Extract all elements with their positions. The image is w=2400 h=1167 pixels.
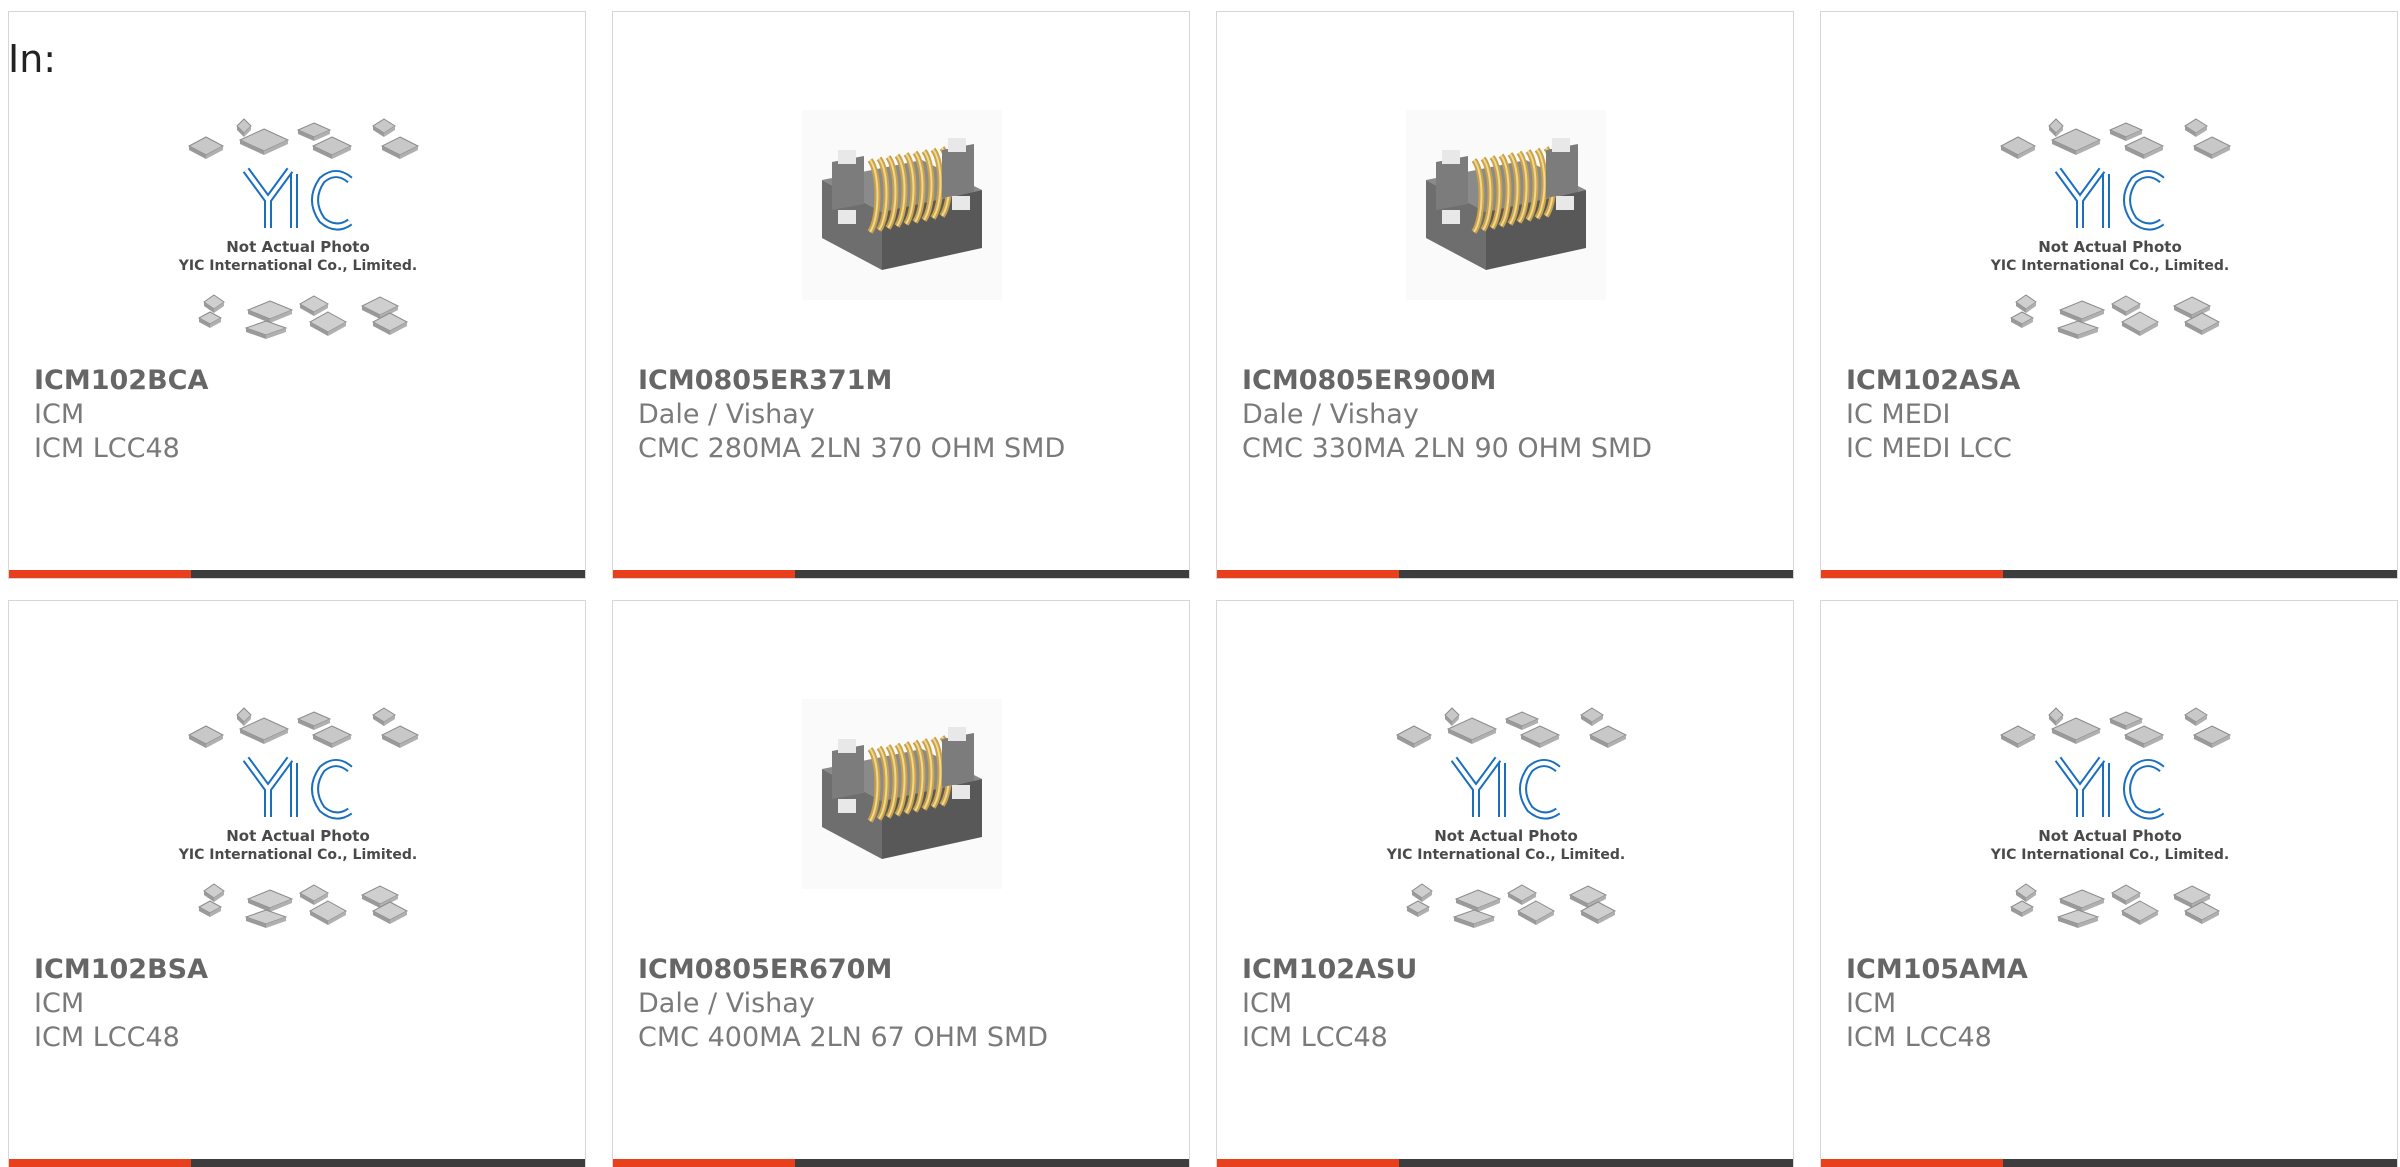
part-number[interactable]: ICM0805ER670M: [638, 953, 892, 987]
yic-placeholder-icon: Not Actual Photo YIC International Co., L…: [178, 118, 420, 339]
accent-bar: [1821, 1159, 2003, 1167]
product-card[interactable]: ICM0805ER371M Dale / Vishay CMC 280MA 2L…: [612, 11, 1190, 579]
card-footer-bar: [9, 570, 585, 578]
not-actual-photo-text: Not Actual Photo: [226, 238, 370, 256]
product-image[interactable]: Not Actual Photo YIC International Co., L…: [1821, 100, 2397, 350]
yic-placeholder-icon: Not Actual Photo YIC International Co., L…: [178, 707, 420, 928]
manufacturer: IC MEDI: [1846, 399, 1951, 430]
part-number[interactable]: ICM102ASU: [1242, 953, 1417, 987]
card-footer-bar: [1821, 1159, 2397, 1167]
company-name-text: YIC International Co., Limited.: [1386, 847, 1625, 863]
card-footer-bar: [613, 570, 1189, 578]
product-image[interactable]: Not Actual Photo YIC International Co., L…: [1821, 689, 2397, 939]
accent-bar: [9, 1159, 191, 1167]
card-footer-bar: [9, 1159, 585, 1167]
card-footer-bar: [1217, 570, 1793, 578]
product-image[interactable]: Not Actual Photo YIC International Co., L…: [9, 100, 585, 350]
product-image[interactable]: [613, 689, 1189, 939]
manufacturer: ICM: [34, 399, 85, 430]
accent-bar: [1821, 570, 2003, 578]
company-name-text: YIC International Co., Limited.: [178, 847, 417, 863]
manufacturer: ICM: [1242, 988, 1293, 1019]
not-actual-photo-text: Not Actual Photo: [2038, 827, 2182, 845]
inductor-icon: [802, 699, 1002, 889]
part-number[interactable]: ICM102BCA: [34, 364, 208, 398]
product-image[interactable]: Not Actual Photo YIC International Co., L…: [9, 689, 585, 939]
manufacturer: ICM: [1846, 988, 1897, 1019]
description: ICM LCC48: [34, 433, 180, 464]
product-image[interactable]: [1217, 100, 1793, 350]
part-number[interactable]: ICM102BSA: [34, 953, 208, 987]
product-grid: Not Actual Photo YIC International Co., L…: [0, 0, 2400, 1167]
accent-bar: [1217, 570, 1399, 578]
manufacturer: Dale / Vishay: [638, 399, 815, 430]
card-footer-bar: [1821, 570, 2397, 578]
description: ICM LCC48: [1242, 1022, 1388, 1053]
inductor-icon: [1406, 110, 1606, 300]
description: CMC 400MA 2LN 67 OHM SMD: [638, 1022, 1049, 1053]
part-number[interactable]: ICM102ASA: [1846, 364, 2020, 398]
manufacturer: ICM: [34, 988, 85, 1019]
product-image[interactable]: Not Actual Photo YIC International Co., L…: [1217, 689, 1793, 939]
part-number[interactable]: ICM105AMA: [1846, 953, 2028, 987]
product-image[interactable]: [613, 100, 1189, 350]
accent-bar: [613, 570, 795, 578]
product-card[interactable]: Not Actual Photo YIC International Co., L…: [1820, 600, 2398, 1167]
yic-placeholder-icon: Not Actual Photo YIC International Co., L…: [1990, 707, 2232, 928]
part-number[interactable]: ICM0805ER371M: [638, 364, 892, 398]
product-card[interactable]: Not Actual Photo YIC International Co., L…: [1820, 11, 2398, 579]
company-name-text: YIC International Co., Limited.: [178, 258, 417, 274]
card-footer-bar: [613, 1159, 1189, 1167]
company-name-text: YIC International Co., Limited.: [1990, 258, 2229, 274]
page-heading: In:: [8, 37, 57, 81]
manufacturer: Dale / Vishay: [638, 988, 815, 1019]
product-card[interactable]: Not Actual Photo YIC International Co., L…: [8, 600, 586, 1167]
accent-bar: [613, 1159, 795, 1167]
product-card[interactable]: Not Actual Photo YIC International Co., L…: [8, 11, 586, 579]
description: CMC 330MA 2LN 90 OHM SMD: [1242, 433, 1653, 464]
product-card[interactable]: ICM0805ER900M Dale / Vishay CMC 330MA 2L…: [1216, 11, 1794, 579]
description: ICM LCC48: [1846, 1022, 1992, 1053]
part-number[interactable]: ICM0805ER900M: [1242, 364, 1496, 398]
description: CMC 280MA 2LN 370 OHM SMD: [638, 433, 1066, 464]
not-actual-photo-text: Not Actual Photo: [1434, 827, 1578, 845]
manufacturer: Dale / Vishay: [1242, 399, 1419, 430]
accent-bar: [9, 570, 191, 578]
inductor-icon: [802, 110, 1002, 300]
description: IC MEDI LCC: [1846, 433, 2012, 464]
yic-placeholder-icon: Not Actual Photo YIC International Co., L…: [1990, 118, 2232, 339]
product-card[interactable]: ICM0805ER670M Dale / Vishay CMC 400MA 2L…: [612, 600, 1190, 1167]
not-actual-photo-text: Not Actual Photo: [226, 827, 370, 845]
card-footer-bar: [1217, 1159, 1793, 1167]
product-card[interactable]: Not Actual Photo YIC International Co., L…: [1216, 600, 1794, 1167]
description: ICM LCC48: [34, 1022, 180, 1053]
company-name-text: YIC International Co., Limited.: [1990, 847, 2229, 863]
not-actual-photo-text: Not Actual Photo: [2038, 238, 2182, 256]
accent-bar: [1217, 1159, 1399, 1167]
yic-placeholder-icon: Not Actual Photo YIC International Co., L…: [1386, 707, 1628, 928]
